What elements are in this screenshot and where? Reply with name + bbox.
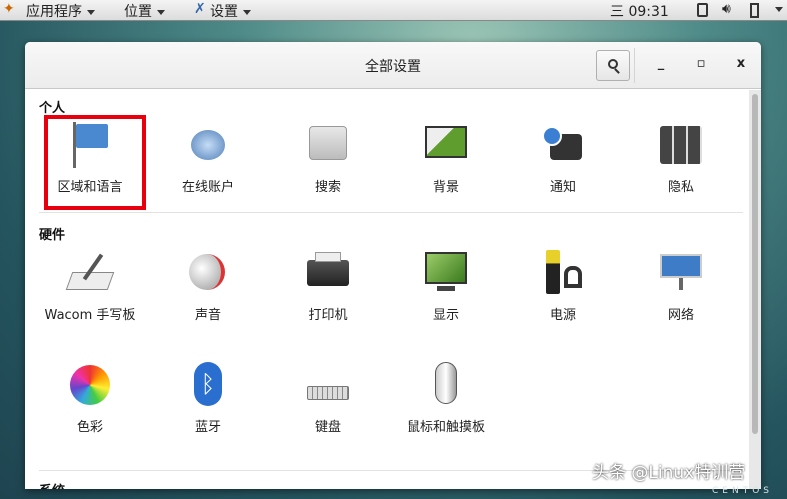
search-settings-icon (305, 122, 351, 166)
scrollbar[interactable] (749, 90, 761, 489)
section-system-title: 系统 (39, 480, 65, 489)
tile-displays[interactable]: 显示 (391, 250, 501, 325)
mouse-icon (423, 362, 469, 406)
places-menu[interactable]: 位置 (124, 1, 165, 21)
search-icon-handle (614, 68, 620, 74)
tile-color[interactable]: 色彩 (35, 362, 145, 437)
tile-label: 搜索 (314, 180, 341, 195)
color-icon (67, 362, 113, 406)
separator (634, 48, 635, 83)
system-menu[interactable] (770, 1, 783, 17)
sound-icon (185, 250, 231, 294)
places-label: 位置 (124, 4, 152, 20)
tile-bluetooth[interactable]: ᛒ 蓝牙 (153, 362, 263, 437)
tile-power[interactable]: 电源 (508, 250, 618, 325)
top-bar: ✦ 应用程序 位置 ✗ 设置 三 09:31 🔊︎ (0, 0, 787, 21)
tile-network[interactable]: 网络 (626, 250, 736, 325)
applications-menu[interactable]: 应用程序 (26, 1, 95, 21)
network-icon (658, 250, 704, 294)
tile-sound[interactable]: 声音 (153, 250, 263, 325)
tile-mouse-touchpad[interactable]: 鼠标和触摸板 (391, 362, 501, 437)
settings-label: 设置 (210, 4, 238, 20)
tile-label: 隐私 (667, 180, 694, 195)
chevron-down-icon (157, 9, 165, 15)
notifications-icon (540, 122, 586, 166)
section-personal-title: 个人 (39, 101, 66, 116)
divider (39, 212, 743, 213)
tile-label: 鼠标和触摸板 (406, 420, 485, 435)
tile-label: 色彩 (76, 420, 103, 435)
privacy-lock-icon (658, 122, 704, 166)
background-icon (423, 122, 469, 166)
tile-printers[interactable]: 打印机 (273, 250, 383, 325)
tile-search[interactable]: 搜索 (273, 122, 383, 197)
header-bar: 全部设置 _ ▫ x (25, 42, 761, 89)
settings-tool-icon: ✗ (194, 1, 206, 17)
tile-label: 键盘 (314, 420, 341, 435)
power-battery-icon (540, 250, 586, 294)
tile-label: 电源 (549, 308, 576, 323)
applications-label: 应用程序 (26, 4, 82, 20)
battery-icon[interactable] (750, 3, 759, 18)
time-label: 09:31 (628, 4, 669, 20)
brand-text: CENTOS (712, 486, 773, 496)
volume-icon[interactable]: 🔊︎ (722, 1, 731, 17)
search-button[interactable] (596, 50, 630, 81)
tile-label: 通知 (549, 180, 576, 195)
tile-label: 显示 (432, 308, 459, 323)
tile-wacom[interactable]: Wacom 手写板 (35, 250, 145, 325)
keyboard-icon (305, 362, 351, 406)
settings-window: 全部设置 _ ▫ x 个人 区域和语言 在线账户 搜索 背景 通知 隐私 硬件 … (25, 42, 761, 489)
online-accounts-icon (185, 122, 231, 166)
tile-label: 打印机 (308, 308, 348, 323)
section-hardware-title: 硬件 (39, 228, 66, 243)
display-icon (423, 250, 469, 294)
tile-label: 网络 (667, 308, 694, 323)
close-button[interactable]: x (731, 56, 751, 71)
tile-label: 背景 (432, 180, 459, 195)
maximize-button[interactable]: ▫ (691, 56, 711, 71)
settings-menu[interactable]: 设置 (210, 1, 251, 21)
tile-privacy[interactable]: 隐私 (626, 122, 736, 197)
printer-icon (305, 250, 351, 294)
bluetooth-icon: ᛒ (185, 362, 231, 406)
tile-label: 声音 (194, 308, 221, 323)
apps-logo-icon: ✦ (3, 1, 15, 17)
highlight-box (44, 115, 146, 210)
watermark: 头条 @Linux特训营 (592, 463, 746, 483)
chevron-down-icon (87, 9, 95, 15)
tile-label: 蓝牙 (194, 420, 221, 435)
tile-online-accounts[interactable]: 在线账户 (153, 122, 263, 197)
minimize-button[interactable]: _ (651, 56, 671, 71)
window-icon[interactable] (697, 3, 708, 17)
tile-label: Wacom 手写板 (44, 308, 136, 323)
tile-notifications[interactable]: 通知 (508, 122, 618, 197)
tile-background[interactable]: 背景 (391, 122, 501, 197)
chevron-down-icon (775, 6, 783, 12)
wacom-tablet-icon (65, 250, 115, 294)
tile-keyboard[interactable]: 键盘 (273, 362, 383, 437)
search-icon (608, 59, 618, 69)
scrollbar-thumb[interactable] (752, 94, 758, 434)
day-label: 三 (610, 4, 624, 20)
tile-label: 在线账户 (181, 180, 234, 195)
chevron-down-icon (243, 9, 251, 15)
clock[interactable]: 三 09:31 (610, 1, 669, 21)
